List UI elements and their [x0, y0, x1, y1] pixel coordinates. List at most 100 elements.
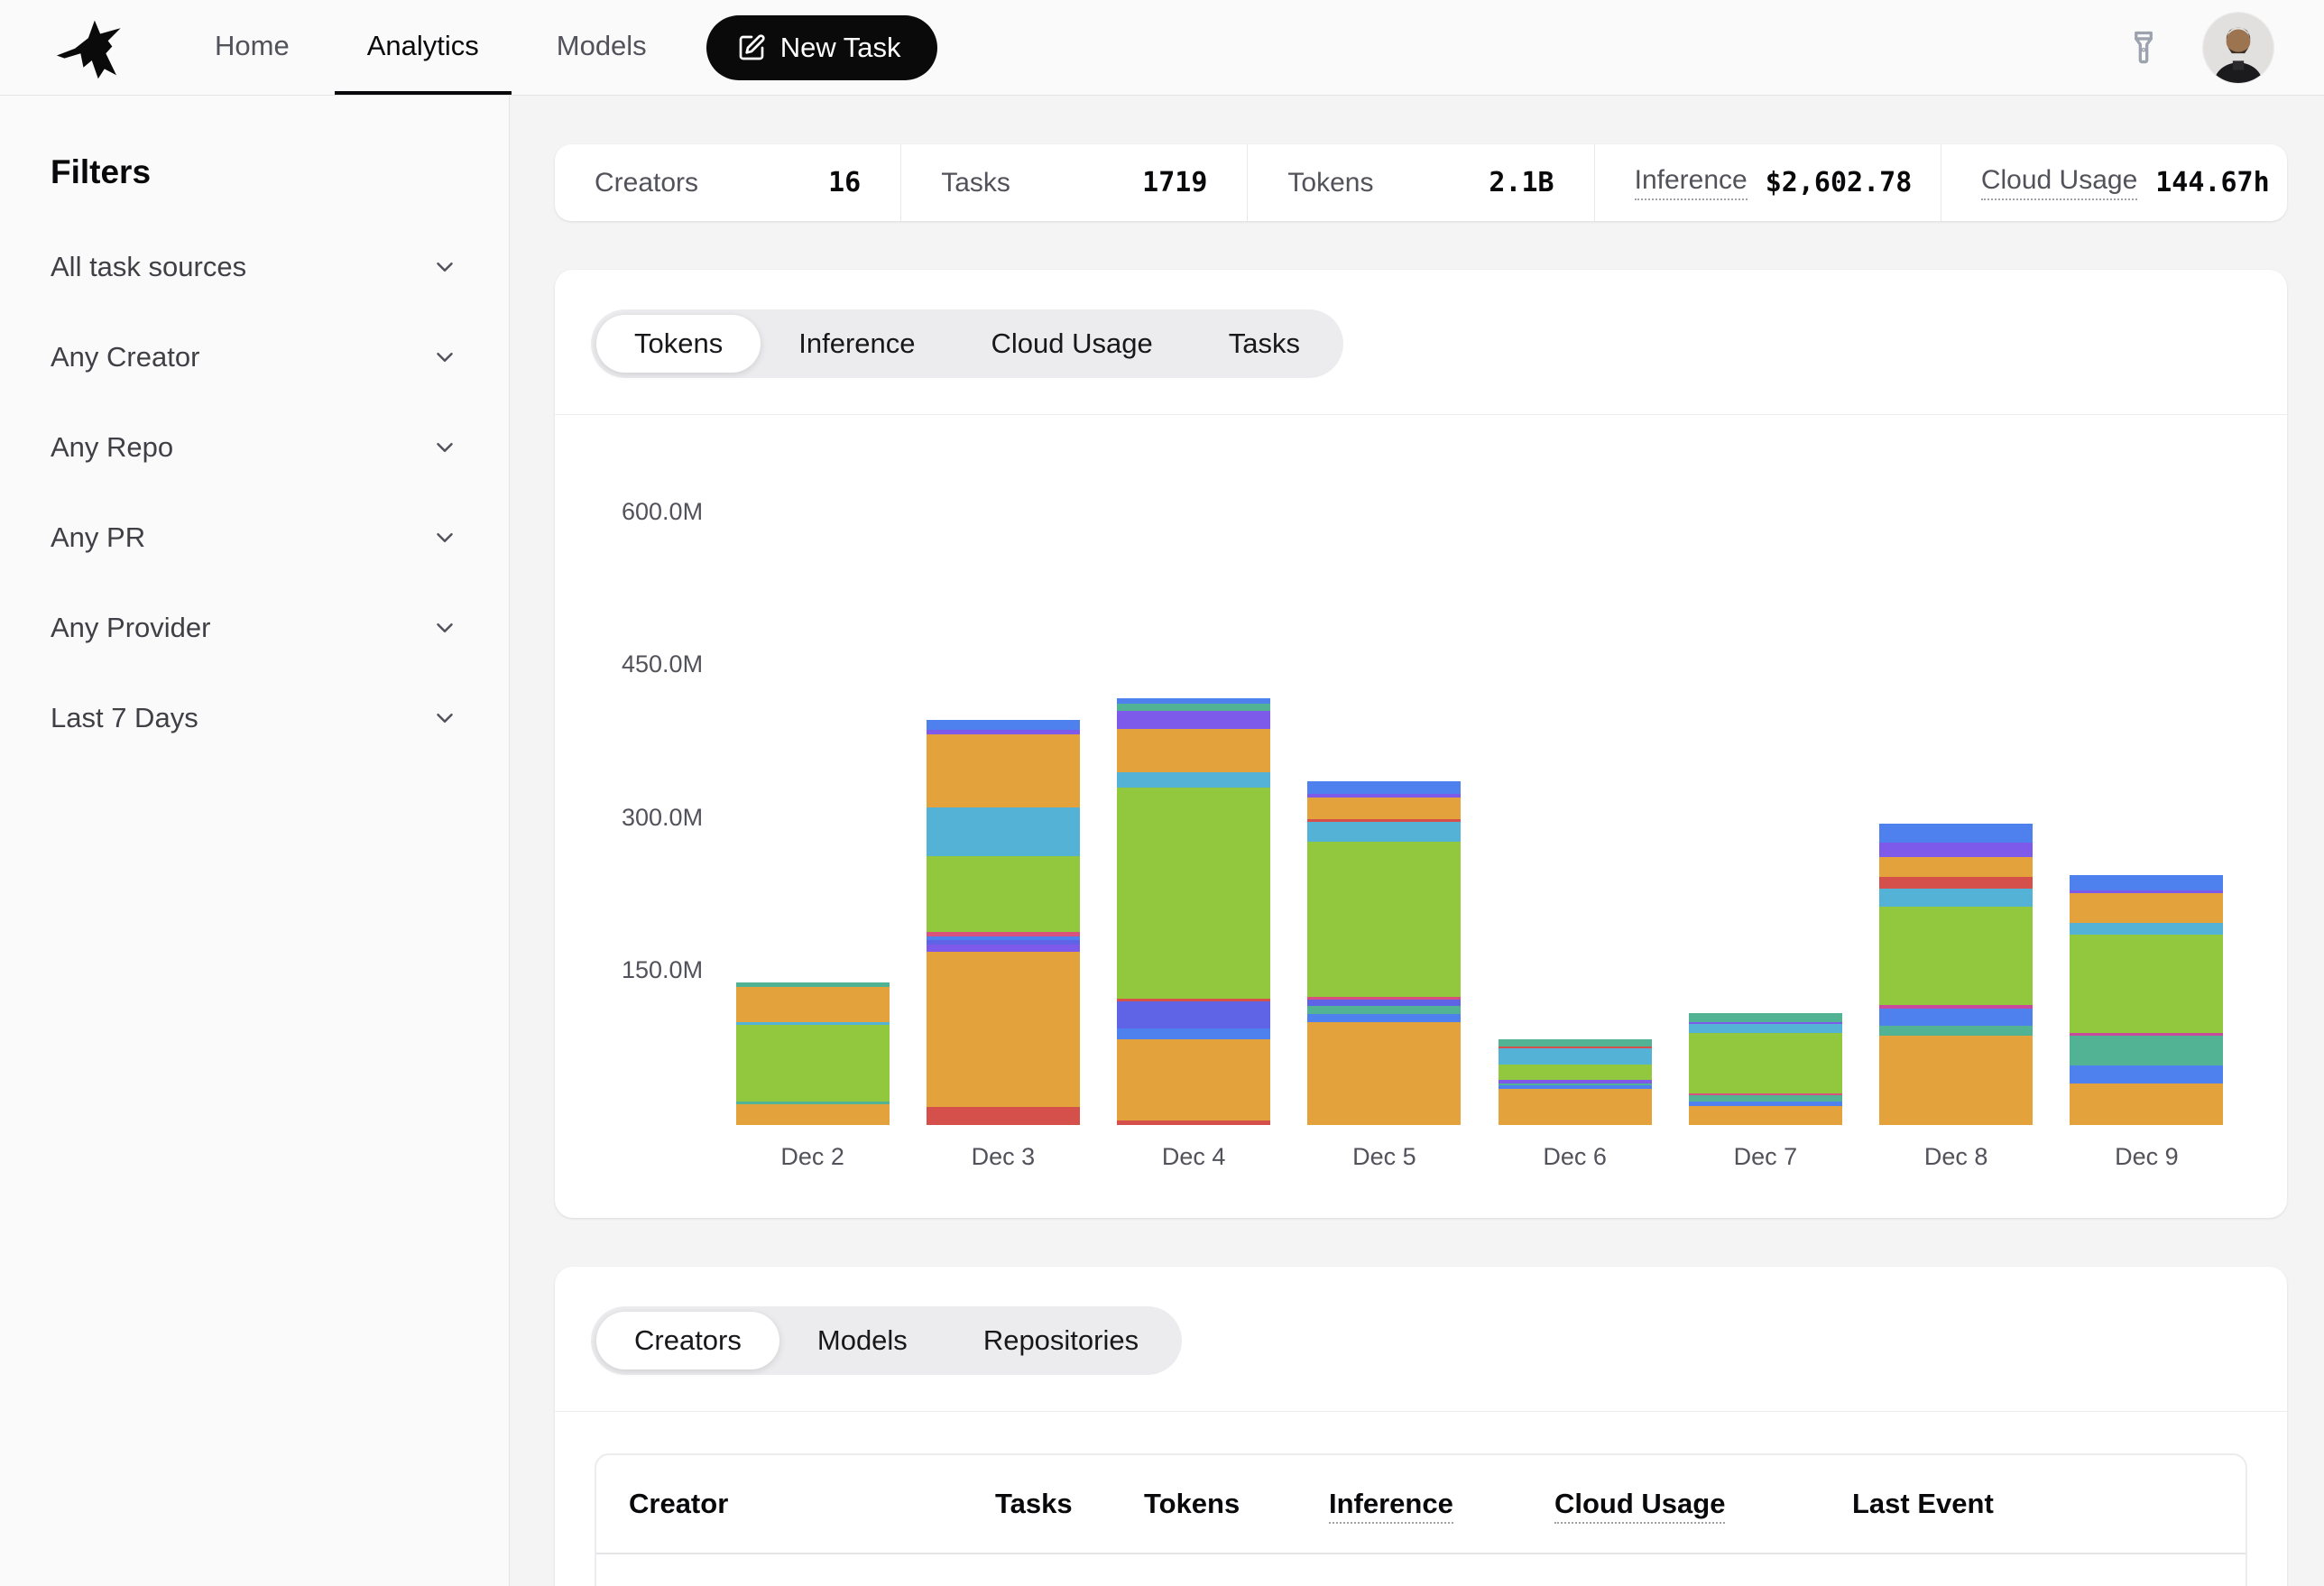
stacked-bar-dec-6[interactable]	[1499, 1039, 1652, 1125]
bar-segment-sky	[1117, 772, 1270, 788]
bar-segment-teal	[1499, 1039, 1652, 1047]
filter-task-sources[interactable]: All task sources	[51, 251, 458, 283]
bar-segment-teal	[1689, 1013, 1842, 1022]
bar-segment-teal	[1117, 704, 1270, 711]
x-axis-tick: Dec 2	[717, 1143, 908, 1171]
stat-label-tooltip[interactable]: Cloud Usage	[1981, 165, 2137, 200]
y-axis-tick: 450.0M	[622, 650, 703, 678]
filter-provider[interactable]: Any Provider	[51, 612, 458, 644]
stat-label: Tasks	[941, 168, 1010, 198]
filter-list: All task sources Any Creator Any Repo An…	[51, 251, 458, 734]
filter-label: Any Repo	[51, 431, 173, 464]
bar-segment-teal	[1879, 1026, 2033, 1035]
stat-value: 16	[828, 167, 861, 198]
bar-segment-red	[1879, 877, 2033, 888]
bar-slot	[1480, 462, 1670, 1125]
bar-segment-sky	[1879, 889, 2033, 907]
stacked-bar-dec-3[interactable]	[927, 720, 1080, 1125]
bar-segment-sky	[2070, 923, 2223, 934]
chevron-down-icon	[431, 344, 458, 371]
stacked-bar-dec-2[interactable]	[736, 982, 890, 1125]
bar-slot	[908, 462, 1098, 1125]
x-axis-tick: Dec 4	[1099, 1143, 1289, 1171]
y-axis-tick: 300.0M	[622, 804, 703, 832]
stacked-bar-dec-5[interactable]	[1307, 781, 1461, 1125]
bar-segment-orange	[1689, 1106, 1842, 1125]
bar-segment-green	[927, 856, 1080, 933]
nav-item-home[interactable]: Home	[182, 0, 322, 95]
stat-value: 144.67h	[2155, 167, 2269, 198]
bar-segment-sky	[1307, 822, 1461, 841]
filter-label: Any Provider	[51, 612, 210, 644]
x-axis-tick: Dec 9	[2052, 1143, 2242, 1171]
bar-segment-orange	[1879, 857, 2033, 878]
bar-segment-green	[1499, 1065, 1652, 1080]
cell-cloud-usage: 0.00h	[1554, 1554, 1852, 1586]
stat-label: Tokens	[1287, 168, 1373, 198]
stats-bar: Creators 16 Tasks 1719 Tokens 2.1B Infer…	[555, 144, 2287, 221]
new-task-label: New Task	[780, 32, 901, 64]
tab-cloud-usage[interactable]: Cloud Usage	[954, 315, 1191, 373]
bar-segment-blue	[1307, 1014, 1461, 1022]
bar-slot	[1099, 462, 1289, 1125]
y-axis-tick: 150.0M	[622, 956, 703, 984]
filter-label: Any PR	[51, 521, 145, 554]
table-row[interactable]: Hannes Roodolph 454 753.7M $947.25 0.00h…	[596, 1554, 2246, 1586]
filter-repo[interactable]: Any Repo	[51, 431, 458, 464]
stat-tokens: Tokens 2.1B	[1247, 144, 1593, 221]
filters-sidebar: Filters All task sources Any Creator Any…	[0, 96, 510, 1586]
new-task-button[interactable]: New Task	[706, 15, 937, 80]
stacked-bar-dec-8[interactable]	[1879, 824, 2033, 1125]
col-last-event: Last Event	[1852, 1455, 2213, 1553]
stat-cloud-usage: Cloud Usage 144.67h	[1941, 144, 2287, 221]
filter-creator[interactable]: Any Creator	[51, 341, 458, 373]
top-navbar: Home Analytics Models New Task	[0, 0, 2324, 96]
chart-tabs: Tokens Inference Cloud Usage Tasks	[591, 309, 1343, 378]
bar-segment-orange	[1307, 798, 1461, 819]
stacked-bar-dec-4[interactable]	[1117, 698, 1270, 1125]
tab-models[interactable]: Models	[779, 1312, 945, 1369]
col-inference: Inference	[1329, 1455, 1554, 1553]
nav-item-models[interactable]: Models	[524, 0, 679, 95]
bar-segment-purple	[927, 945, 1080, 952]
breakdown-card: Creators Models Repositories Creator Tas…	[555, 1267, 2287, 1586]
stacked-bar-dec-9[interactable]	[2070, 875, 2223, 1125]
table-header-row: Creator Tasks Tokens Inference Cloud Usa…	[596, 1455, 2246, 1554]
filter-label: Any Creator	[51, 341, 199, 373]
tab-tasks[interactable]: Tasks	[1191, 315, 1338, 373]
stacked-bar-dec-7[interactable]	[1689, 1013, 1842, 1125]
torch-icon[interactable]	[2124, 28, 2163, 68]
col-tasks: Tasks	[995, 1455, 1144, 1553]
bar-segment-orange	[1117, 729, 1270, 771]
filters-title: Filters	[51, 153, 458, 191]
cell-inference: $947.25	[1329, 1554, 1554, 1586]
nav-item-analytics[interactable]: Analytics	[335, 0, 512, 95]
user-avatar[interactable]	[2203, 13, 2273, 83]
cell-creator: Hannes Roodolph	[629, 1554, 995, 1586]
bars-area	[717, 462, 2242, 1125]
filter-date-range[interactable]: Last 7 Days	[51, 702, 458, 734]
card-divider	[555, 414, 2287, 415]
avatar-photo	[2203, 13, 2273, 83]
filter-pr[interactable]: Any PR	[51, 521, 458, 554]
cell-tasks: 454	[995, 1554, 1144, 1586]
tab-creators[interactable]: Creators	[596, 1312, 779, 1369]
stacked-bar-chart: 150.0M 300.0M 450.0M 600.0M	[591, 462, 2251, 1125]
bar-segment-teal	[1689, 1095, 1842, 1102]
col-inference-tooltip[interactable]: Inference	[1329, 1488, 1453, 1524]
col-cloud-usage-tooltip[interactable]: Cloud Usage	[1554, 1488, 1725, 1524]
col-cloud-usage: Cloud Usage	[1554, 1455, 1852, 1553]
bar-segment-indigo	[1117, 1001, 1270, 1028]
chevron-down-icon	[431, 705, 458, 732]
tab-repositories[interactable]: Repositories	[945, 1312, 1176, 1369]
tab-inference[interactable]: Inference	[761, 315, 953, 373]
stat-value: 1719	[1142, 167, 1207, 198]
bar-segment-orange	[736, 1104, 890, 1125]
main-content: Creators 16 Tasks 1719 Tokens 2.1B Infer…	[510, 96, 2324, 1586]
square-pen-icon	[737, 33, 766, 62]
stat-label-tooltip[interactable]: Inference	[1635, 165, 1748, 200]
bar-slot	[1861, 462, 2052, 1125]
bar-segment-sky	[1499, 1048, 1652, 1065]
bar-segment-sky	[927, 807, 1080, 855]
tab-tokens[interactable]: Tokens	[596, 315, 761, 373]
